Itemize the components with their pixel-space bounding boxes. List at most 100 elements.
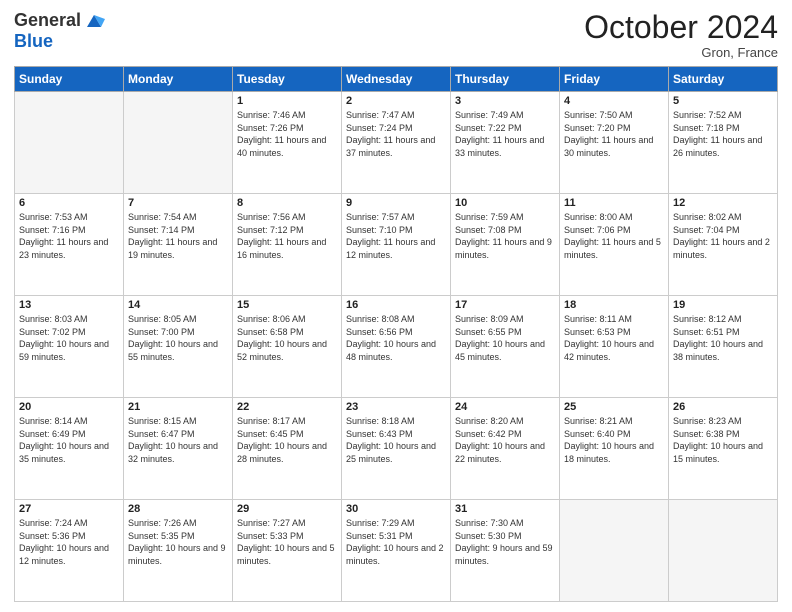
day-info: Sunrise: 8:14 AMSunset: 6:49 PMDaylight:…: [19, 415, 119, 465]
day-number: 2: [346, 95, 446, 107]
day-info: Sunrise: 7:30 AMSunset: 5:30 PMDaylight:…: [455, 517, 555, 567]
day-info: Sunrise: 7:59 AMSunset: 7:08 PMDaylight:…: [455, 211, 555, 261]
calendar-cell: 7 Sunrise: 7:54 AMSunset: 7:14 PMDaylight…: [124, 194, 233, 296]
day-number: 19: [673, 299, 773, 311]
weekday-header-sunday: Sunday: [15, 67, 124, 92]
title-block: October 2024 Gron, France: [584, 10, 778, 60]
calendar-header-row: SundayMondayTuesdayWednesdayThursdayFrid…: [15, 67, 778, 92]
day-info: Sunrise: 7:47 AMSunset: 7:24 PMDaylight:…: [346, 109, 446, 159]
calendar-cell: 5 Sunrise: 7:52 AMSunset: 7:18 PMDaylight…: [669, 92, 778, 194]
calendar-cell: 18 Sunrise: 8:11 AMSunset: 6:53 PMDayligh…: [560, 296, 669, 398]
day-info: Sunrise: 7:27 AMSunset: 5:33 PMDaylight:…: [237, 517, 337, 567]
day-info: Sunrise: 7:53 AMSunset: 7:16 PMDaylight:…: [19, 211, 119, 261]
day-info: Sunrise: 8:23 AMSunset: 6:38 PMDaylight:…: [673, 415, 773, 465]
day-info: Sunrise: 8:09 AMSunset: 6:55 PMDaylight:…: [455, 313, 555, 363]
logo-general-text: General: [14, 10, 81, 31]
weekday-header-thursday: Thursday: [451, 67, 560, 92]
day-number: 13: [19, 299, 119, 311]
calendar-cell: 8Sunrise: 7:56 AMSunset: 7:12 PMDaylight…: [233, 194, 342, 296]
day-info: Sunrise: 7:49 AMSunset: 7:22 PMDaylight:…: [455, 109, 555, 159]
calendar-cell: 14Sunrise: 8:05 AMSunset: 7:00 PMDayligh…: [124, 296, 233, 398]
calendar-week-row: 6 Sunrise: 7:53 AMSunset: 7:16 PMDaylight…: [15, 194, 778, 296]
weekday-header-saturday: Saturday: [669, 67, 778, 92]
day-number: 30: [346, 503, 446, 515]
day-number: 17: [455, 299, 555, 311]
day-info: Sunrise: 8:17 AMSunset: 6:45 PMDaylight:…: [237, 415, 337, 465]
day-number: 5: [673, 95, 773, 107]
calendar-cell: 11 Sunrise: 8:00 AMSunset: 7:06 PMDayligh…: [560, 194, 669, 296]
calendar-cell: 3 Sunrise: 7:49 AMSunset: 7:22 PMDaylight…: [451, 92, 560, 194]
day-number: 6: [19, 197, 119, 209]
day-number: 20: [19, 401, 119, 413]
calendar-cell: 23Sunrise: 8:18 AMSunset: 6:43 PMDayligh…: [342, 398, 451, 500]
day-number: 31: [455, 503, 555, 515]
location: Gron, France: [584, 45, 778, 60]
calendar-cell: 17 Sunrise: 8:09 AMSunset: 6:55 PMDayligh…: [451, 296, 560, 398]
calendar-cell: 12Sunrise: 8:02 AMSunset: 7:04 PMDayligh…: [669, 194, 778, 296]
day-number: 15: [237, 299, 337, 311]
day-number: 24: [455, 401, 555, 413]
day-info: Sunrise: 7:52 AMSunset: 7:18 PMDaylight:…: [673, 109, 773, 159]
day-info: Sunrise: 7:24 AMSunset: 5:36 PMDaylight:…: [19, 517, 119, 567]
logo-blue-text: Blue: [14, 31, 105, 52]
weekday-header-wednesday: Wednesday: [342, 67, 451, 92]
calendar-cell: 6 Sunrise: 7:53 AMSunset: 7:16 PMDaylight…: [15, 194, 124, 296]
day-number: 4: [564, 95, 664, 107]
calendar-cell: 29 Sunrise: 7:27 AMSunset: 5:33 PMDayligh…: [233, 500, 342, 602]
calendar-cell: 4 Sunrise: 7:50 AMSunset: 7:20 PMDaylight…: [560, 92, 669, 194]
day-info: Sunrise: 7:26 AMSunset: 5:35 PMDaylight:…: [128, 517, 228, 567]
day-info: Sunrise: 7:57 AMSunset: 7:10 PMDaylight:…: [346, 211, 446, 261]
day-number: 3: [455, 95, 555, 107]
calendar-cell: 9 Sunrise: 7:57 AMSunset: 7:10 PMDaylight…: [342, 194, 451, 296]
day-number: 21: [128, 401, 228, 413]
logo: General Blue: [14, 10, 105, 52]
calendar-cell: 24 Sunrise: 8:20 AMSunset: 6:42 PMDayligh…: [451, 398, 560, 500]
day-number: 26: [673, 401, 773, 413]
calendar-cell: 15 Sunrise: 8:06 AMSunset: 6:58 PMDayligh…: [233, 296, 342, 398]
day-number: 14: [128, 299, 228, 311]
day-info: Sunrise: 8:15 AMSunset: 6:47 PMDaylight:…: [128, 415, 228, 465]
calendar-cell: 13 Sunrise: 8:03 AMSunset: 7:02 PMDayligh…: [15, 296, 124, 398]
day-info: Sunrise: 7:54 AMSunset: 7:14 PMDaylight:…: [128, 211, 228, 261]
day-info: Sunrise: 8:20 AMSunset: 6:42 PMDaylight:…: [455, 415, 555, 465]
calendar-cell: [669, 500, 778, 602]
day-number: 25: [564, 401, 664, 413]
calendar-cell: 22 Sunrise: 8:17 AMSunset: 6:45 PMDayligh…: [233, 398, 342, 500]
calendar-cell: 30Sunrise: 7:29 AMSunset: 5:31 PMDayligh…: [342, 500, 451, 602]
calendar-week-row: 13 Sunrise: 8:03 AMSunset: 7:02 PMDayligh…: [15, 296, 778, 398]
day-info: Sunrise: 8:21 AMSunset: 6:40 PMDaylight:…: [564, 415, 664, 465]
calendar-cell: 21 Sunrise: 8:15 AMSunset: 6:47 PMDayligh…: [124, 398, 233, 500]
weekday-header-monday: Monday: [124, 67, 233, 92]
calendar-week-row: 1Sunrise: 7:46 AMSunset: 7:26 PMDaylight…: [15, 92, 778, 194]
day-number: 10: [455, 197, 555, 209]
calendar-week-row: 20 Sunrise: 8:14 AMSunset: 6:49 PMDayligh…: [15, 398, 778, 500]
day-info: Sunrise: 7:50 AMSunset: 7:20 PMDaylight:…: [564, 109, 664, 159]
calendar-cell: 1Sunrise: 7:46 AMSunset: 7:26 PMDaylight…: [233, 92, 342, 194]
day-number: 9: [346, 197, 446, 209]
day-number: 22: [237, 401, 337, 413]
calendar-cell: 26 Sunrise: 8:23 AMSunset: 6:38 PMDayligh…: [669, 398, 778, 500]
logo-icon: [83, 9, 105, 31]
page: General Blue October 2024 Gron, France S…: [0, 0, 792, 612]
day-info: Sunrise: 8:12 AMSunset: 6:51 PMDaylight:…: [673, 313, 773, 363]
day-number: 29: [237, 503, 337, 515]
day-info: Sunrise: 8:02 AMSunset: 7:04 PMDaylight:…: [673, 211, 773, 261]
day-info: Sunrise: 8:11 AMSunset: 6:53 PMDaylight:…: [564, 313, 664, 363]
weekday-header-friday: Friday: [560, 67, 669, 92]
calendar-cell: 27Sunrise: 7:24 AMSunset: 5:36 PMDayligh…: [15, 500, 124, 602]
calendar-cell: 25 Sunrise: 8:21 AMSunset: 6:40 PMDayligh…: [560, 398, 669, 500]
calendar-cell: [560, 500, 669, 602]
day-info: Sunrise: 8:03 AMSunset: 7:02 PMDaylight:…: [19, 313, 119, 363]
day-number: 16: [346, 299, 446, 311]
day-info: Sunrise: 8:00 AMSunset: 7:06 PMDaylight:…: [564, 211, 664, 261]
calendar-cell: 28Sunrise: 7:26 AMSunset: 5:35 PMDayligh…: [124, 500, 233, 602]
day-info: Sunrise: 8:06 AMSunset: 6:58 PMDaylight:…: [237, 313, 337, 363]
day-number: 18: [564, 299, 664, 311]
day-number: 8: [237, 197, 337, 209]
day-number: 11: [564, 197, 664, 209]
day-number: 7: [128, 197, 228, 209]
calendar-cell: 31 Sunrise: 7:30 AMSunset: 5:30 PMDayligh…: [451, 500, 560, 602]
weekday-header-tuesday: Tuesday: [233, 67, 342, 92]
calendar-cell: 19 Sunrise: 8:12 AMSunset: 6:51 PMDayligh…: [669, 296, 778, 398]
calendar-cell: 20 Sunrise: 8:14 AMSunset: 6:49 PMDayligh…: [15, 398, 124, 500]
